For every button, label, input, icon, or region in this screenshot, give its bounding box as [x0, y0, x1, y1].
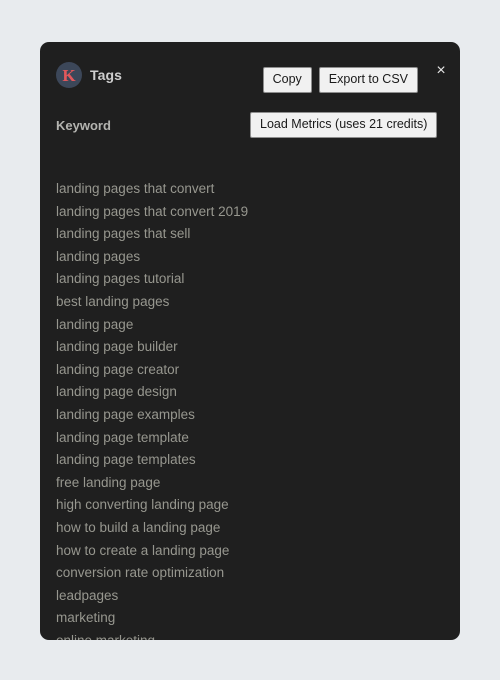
keyword-row[interactable]: landing page examples — [56, 404, 460, 427]
logo-letter: K — [62, 65, 76, 85]
load-metrics-button[interactable]: Load Metrics (uses 21 credits) — [250, 112, 438, 138]
export-to-csv-button[interactable]: Export to CSV — [318, 67, 418, 93]
keyword-row[interactable]: landing page templates — [56, 449, 460, 472]
keyword-row[interactable]: landing page builder — [56, 336, 460, 359]
keyword-row[interactable]: landing pages tutorial — [56, 268, 460, 291]
panel-header: K Tags Copy Export to CSV × — [40, 42, 460, 102]
keyword-row[interactable]: how to build a landing page — [56, 517, 460, 540]
brand: K Tags — [56, 62, 122, 88]
header-actions: Copy Export to CSV — [262, 67, 418, 93]
keyword-row[interactable]: landing pages that convert 2019 — [56, 201, 460, 224]
keyword-row[interactable]: free landing page — [56, 472, 460, 495]
keyword-row[interactable]: online marketing — [56, 630, 460, 640]
keyword-row[interactable]: landing pages — [56, 246, 460, 269]
copy-button[interactable]: Copy — [262, 67, 312, 93]
keyword-row[interactable]: landing page template — [56, 427, 460, 450]
keyword-row[interactable]: landing page — [56, 314, 460, 337]
keyword-row[interactable]: conversion rate optimization — [56, 562, 460, 585]
keyword-row[interactable]: high converting landing page — [56, 494, 460, 517]
keyword-list: landing pages that convert landing pages … — [40, 178, 460, 640]
panel-title: Tags — [90, 67, 123, 83]
keyword-row[interactable]: how to create a landing page — [56, 540, 460, 563]
keyword-row[interactable]: leadpages — [56, 585, 460, 608]
subheader-row: Keyword Load Metrics (uses 21 credits) — [40, 112, 460, 142]
keyword-row[interactable]: best landing pages — [56, 291, 460, 314]
keyword-row[interactable]: landing pages that convert — [56, 178, 460, 201]
keyword-row[interactable]: marketing — [56, 607, 460, 630]
keyword-row[interactable]: landing page design — [56, 381, 460, 404]
keyword-row[interactable]: landing pages that sell — [56, 223, 460, 246]
close-icon[interactable]: × — [432, 62, 450, 80]
keyword-row[interactable]: landing page creator — [56, 359, 460, 382]
keyword-column-header: Keyword — [56, 118, 111, 133]
load-metrics-container: Load Metrics (uses 21 credits) — [250, 112, 438, 138]
tags-panel: K Tags Copy Export to CSV × Keyword Load… — [40, 42, 460, 640]
keywords-everywhere-logo-icon: K — [56, 62, 82, 88]
